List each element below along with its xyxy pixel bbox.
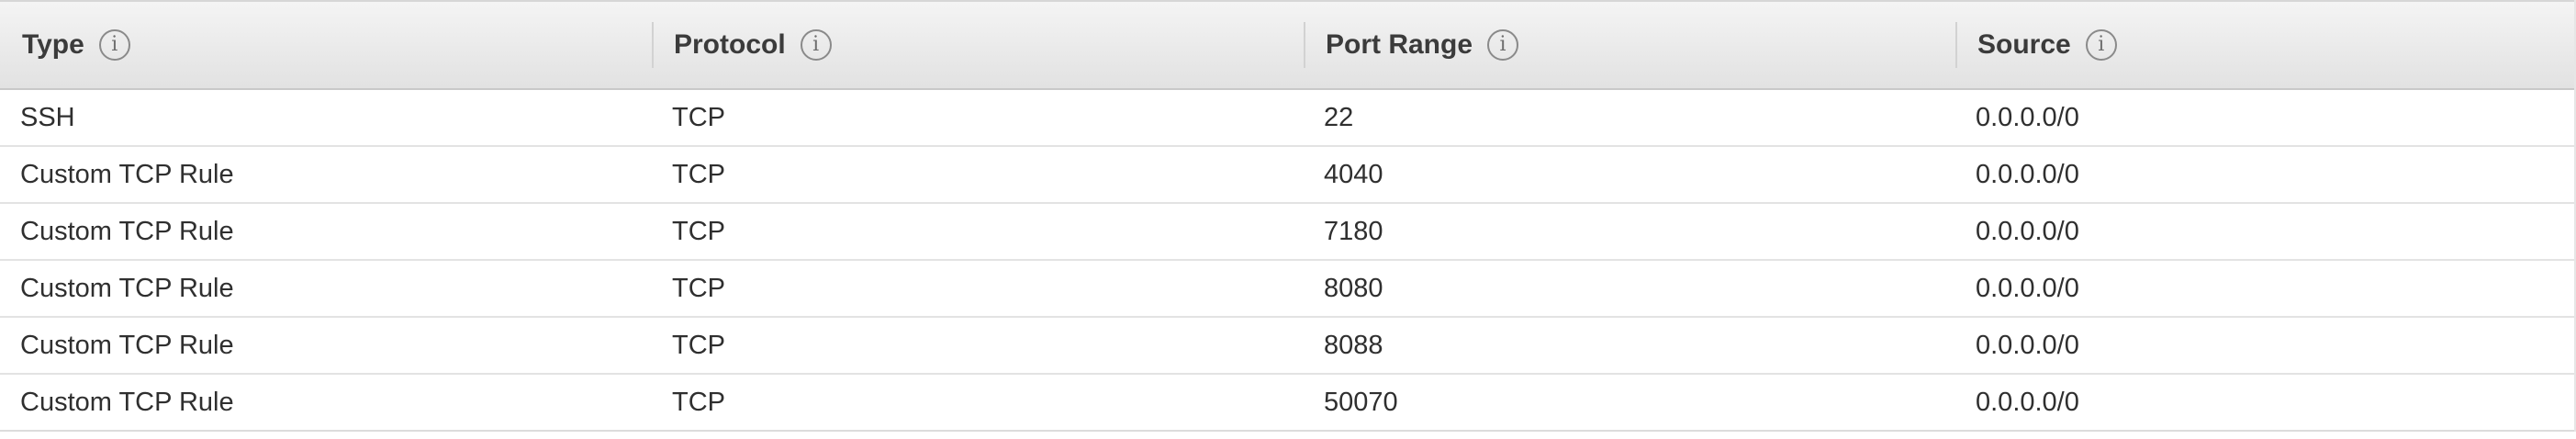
cell-protocol: TCP (652, 260, 1304, 318)
cell-source: 0.0.0.0/0 (1955, 203, 2576, 261)
cell-port-range: 50070 (1304, 374, 1955, 432)
cell-source: 0.0.0.0/0 (1955, 260, 2576, 318)
column-header-label: Protocol (674, 29, 786, 60)
cell-type: Custom TCP Rule (0, 146, 652, 204)
cell-type: SSH (0, 89, 652, 147)
cell-protocol: TCP (652, 203, 1304, 261)
cell-protocol: TCP (652, 89, 1304, 147)
cell-type: Custom TCP Rule (0, 260, 652, 318)
column-header-port-range[interactable]: Port Range i (1304, 0, 1955, 90)
cell-type: Custom TCP Rule (0, 317, 652, 375)
cell-port-range: 8088 (1304, 317, 1955, 375)
info-icon[interactable]: i (98, 29, 130, 61)
cell-protocol: TCP (652, 317, 1304, 375)
column-header-protocol[interactable]: Protocol i (652, 0, 1304, 90)
table-row[interactable]: SSH TCP 22 0.0.0.0/0 (0, 89, 2576, 147)
column-header-label: Type (22, 29, 84, 60)
table-header-row: Type i Protocol i Port Range i Source i (0, 0, 2576, 90)
table-row[interactable]: Custom TCP Rule TCP 8088 0.0.0.0/0 (0, 317, 2576, 375)
cell-source: 0.0.0.0/0 (1955, 374, 2576, 432)
cell-source: 0.0.0.0/0 (1955, 146, 2576, 204)
cell-protocol: TCP (652, 146, 1304, 204)
cell-port-range: 7180 (1304, 203, 1955, 261)
table-row[interactable]: Custom TCP Rule TCP 50070 0.0.0.0/0 (0, 374, 2576, 432)
cell-source: 0.0.0.0/0 (1955, 317, 2576, 375)
column-header-source[interactable]: Source i (1955, 0, 2576, 90)
cell-port-range: 4040 (1304, 146, 1955, 204)
cell-protocol: TCP (652, 374, 1304, 432)
table-row[interactable]: Custom TCP Rule TCP 8080 0.0.0.0/0 (0, 260, 2576, 318)
cell-port-range: 8080 (1304, 260, 1955, 318)
cell-type: Custom TCP Rule (0, 374, 652, 432)
column-header-type[interactable]: Type i (0, 0, 652, 90)
info-icon[interactable]: i (800, 29, 832, 61)
cell-source: 0.0.0.0/0 (1955, 89, 2576, 147)
table-row[interactable]: Custom TCP Rule TCP 7180 0.0.0.0/0 (0, 203, 2576, 261)
cell-type: Custom TCP Rule (0, 203, 652, 261)
table-row[interactable]: Custom TCP Rule TCP 4040 0.0.0.0/0 (0, 146, 2576, 204)
info-icon[interactable]: i (1487, 29, 1519, 61)
column-header-label: Port Range (1326, 29, 1473, 60)
info-icon[interactable]: i (2085, 29, 2117, 61)
cell-port-range: 22 (1304, 89, 1955, 147)
inbound-rules-table: Type i Protocol i Port Range i Source i … (0, 0, 2576, 432)
column-header-label: Source (1977, 29, 2071, 60)
